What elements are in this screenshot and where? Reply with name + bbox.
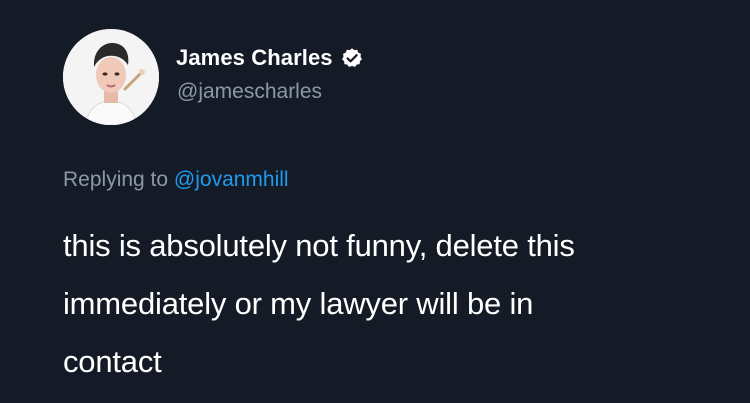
reply-mention-link[interactable]: @jovanmhill xyxy=(174,168,289,191)
tweet-text-line: this is absolutely not funny, delete thi… xyxy=(63,228,575,263)
tweet-card: James Charles @jamescharles Replying to … xyxy=(0,0,750,403)
tweet-body: this is absolutely not funny, delete thi… xyxy=(63,217,723,391)
author-display-name[interactable]: James Charles xyxy=(176,45,333,71)
author-name-row[interactable]: James Charles xyxy=(176,44,363,72)
tweet-text-line: immediately or my lawyer will be in xyxy=(63,286,534,321)
replying-to-label: Replying to xyxy=(63,168,174,191)
tweet-text-line: contact xyxy=(63,344,162,379)
author-handle[interactable]: @jamescharles xyxy=(177,80,322,104)
replying-to-line: Replying to @jovanmhill xyxy=(63,168,289,192)
verified-badge-icon xyxy=(341,47,363,69)
avatar-image xyxy=(63,29,159,125)
author-avatar[interactable] xyxy=(63,29,159,125)
